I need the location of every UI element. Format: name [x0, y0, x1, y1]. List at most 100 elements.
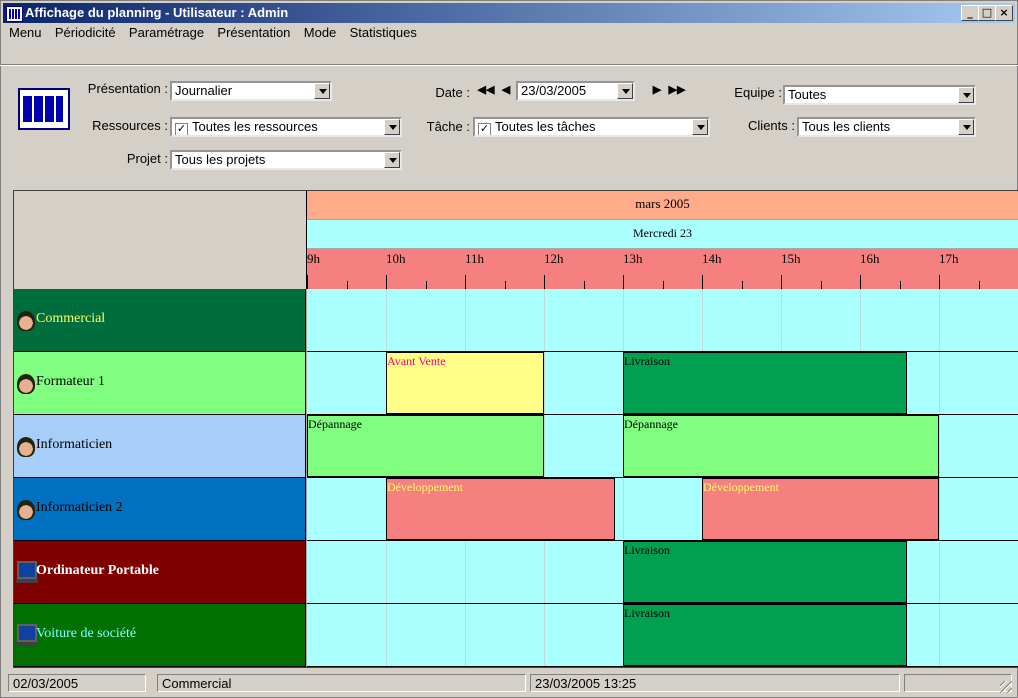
hour-label: 14h — [702, 251, 722, 266]
next-date-button[interactable]: ▶ — [648, 81, 666, 99]
resource-schedule-row[interactable]: Livraison — [307, 541, 1018, 604]
menu-periodicite[interactable]: Périodicité — [55, 25, 116, 40]
status-start-date: 02/03/2005 — [8, 674, 146, 692]
resize-grip-icon[interactable] — [1000, 681, 1012, 693]
resource-schedule-row[interactable] — [307, 289, 1018, 352]
resource-schedule-row[interactable]: Dépannage Dépannage — [307, 415, 1018, 478]
resource-row-label[interactable]: Commercial — [14, 289, 306, 352]
resource-row-label[interactable]: Informaticien — [14, 415, 306, 478]
resource-row-label[interactable]: Voiture de société — [14, 604, 306, 667]
hour-gridline — [702, 289, 703, 351]
projet-value: Tous les projets — [175, 152, 266, 167]
hour-gridline — [623, 478, 624, 540]
projet-label: Projet : — [126, 151, 168, 166]
task-block[interactable]: Avant Vente — [386, 352, 544, 414]
hour-gridline — [623, 289, 624, 351]
chevron-down-icon[interactable] — [958, 87, 974, 103]
window-title: Affichage du planning - Utilisateur : Ad… — [25, 5, 289, 20]
task-block[interactable]: Livraison — [623, 352, 908, 414]
ressources-select[interactable]: ✓ Toutes les ressources — [170, 117, 402, 137]
resource-schedule-row[interactable]: Développement Développement — [307, 478, 1018, 541]
hour-label: 13h — [623, 251, 643, 266]
chevron-down-icon[interactable] — [384, 152, 400, 168]
minimize-button[interactable]: _ — [961, 5, 979, 21]
hour-gridline — [939, 289, 940, 351]
hour-label: 17h — [939, 251, 959, 266]
title-bar[interactable]: Affichage du planning - Utilisateur : Ad… — [3, 3, 1015, 23]
resource-name: Commercial — [36, 311, 106, 326]
hour-label: 11h — [465, 251, 485, 266]
task-block[interactable]: Livraison — [623, 541, 908, 603]
resource-schedule-row[interactable]: Livraison — [307, 604, 1018, 667]
ressources-label: Ressources : — [92, 118, 168, 133]
menu-presentation[interactable]: Présentation — [217, 25, 290, 40]
task-block[interactable]: Dépannage — [307, 415, 544, 477]
clients-label: Clients : — [748, 118, 795, 133]
clients-select[interactable]: Tous les clients — [797, 117, 976, 137]
date-value: 23/03/2005 — [521, 83, 587, 98]
half-hour-tick — [662, 281, 664, 289]
equipe-label: Equipe : — [734, 85, 782, 100]
toolbar-separator — [0, 64, 1018, 66]
resource-schedule-row[interactable]: Avant Vente Livraison — [307, 352, 1018, 415]
chevron-down-icon[interactable] — [692, 119, 708, 135]
menu-bar: Menu Périodicité Paramétrage Présentatio… — [3, 23, 1015, 43]
status-datetime: 23/03/2005 13:25 — [530, 674, 900, 692]
hour-tick — [307, 275, 308, 289]
hour-tick — [623, 275, 624, 289]
presentation-value: Journalier — [175, 83, 233, 98]
person-icon — [17, 311, 35, 331]
hour-gridline — [939, 541, 940, 603]
task-block[interactable]: Développement — [702, 478, 939, 540]
hour-label: 10h — [386, 251, 406, 266]
ressources-value: Toutes les ressources — [192, 119, 318, 134]
tache-select[interactable]: ✓ Toutes les tâches — [473, 117, 710, 137]
resource-row-label[interactable]: Ordinateur Portable — [14, 541, 306, 604]
chevron-down-icon[interactable] — [314, 83, 330, 99]
menu-statistiques[interactable]: Statistiques — [350, 25, 417, 40]
presentation-label: Présentation : — [87, 81, 168, 96]
checkbox-checked-icon[interactable]: ✓ — [175, 123, 188, 135]
menu-mode[interactable]: Mode — [304, 25, 337, 40]
menu-parametrage[interactable]: Paramétrage — [129, 25, 204, 40]
date-picker[interactable]: 23/03/2005 — [516, 81, 635, 101]
hour-tick — [939, 275, 940, 289]
half-hour-tick — [978, 281, 980, 289]
tache-value: Toutes les tâches — [495, 119, 596, 134]
computer-icon — [16, 561, 38, 583]
hour-gridline — [544, 415, 545, 477]
half-hour-tick — [820, 281, 822, 289]
hour-label: 15h — [781, 251, 801, 266]
grid-corner — [14, 191, 307, 289]
hour-gridline — [386, 289, 387, 351]
hour-label: 16h — [860, 251, 880, 266]
person-icon — [17, 374, 35, 394]
presentation-select[interactable]: Journalier — [170, 81, 332, 101]
first-date-button[interactable]: ◀◀ — [477, 81, 495, 99]
chevron-down-icon[interactable] — [384, 119, 400, 135]
close-button[interactable]: × — [995, 5, 1013, 21]
maximize-button[interactable]: □ — [978, 5, 996, 21]
chevron-down-icon[interactable] — [958, 119, 974, 135]
hour-label: 12h — [544, 251, 564, 266]
menu-menu[interactable]: Menu — [9, 25, 42, 40]
calendar-dropdown-icon[interactable] — [617, 83, 633, 99]
planning-grid-icon — [18, 88, 70, 130]
task-block[interactable]: Livraison — [623, 604, 908, 666]
resource-row-label[interactable]: Formateur 1 — [14, 352, 306, 415]
hour-gridline — [939, 604, 940, 666]
planning-grid: mars 2005 Mercredi 23 9h 10h 11h 12h 13h 14h 1… — [13, 190, 1018, 668]
last-date-button[interactable]: ▶▶ — [668, 81, 686, 99]
prev-date-button[interactable]: ◀ — [497, 81, 515, 99]
hour-gridline — [781, 289, 782, 351]
checkbox-checked-icon[interactable]: ✓ — [478, 123, 491, 135]
task-block[interactable]: Dépannage — [623, 415, 939, 477]
task-block[interactable]: Développement — [386, 478, 616, 540]
equipe-select[interactable]: Toutes — [783, 85, 976, 105]
resource-row-label[interactable]: Informaticien 2 — [14, 478, 306, 541]
resource-name: Informaticien — [36, 437, 113, 452]
day-header: Mercredi 23 — [307, 220, 1018, 248]
status-bar: 02/03/2005 Commercial 23/03/2005 13:25 — [2, 673, 1014, 695]
hour-tick — [781, 275, 782, 289]
projet-select[interactable]: Tous les projets — [170, 150, 402, 170]
